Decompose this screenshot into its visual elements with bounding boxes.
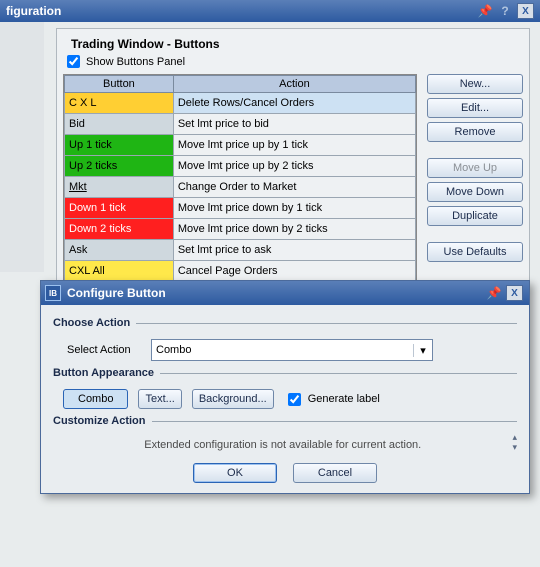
- dialog-pin-icon[interactable]: 📌: [486, 285, 502, 301]
- cell-button: Bid: [65, 114, 174, 135]
- cell-action: Move lmt price up by 2 ticks: [173, 156, 415, 177]
- table-row[interactable]: MktChange Order to Market: [65, 177, 416, 198]
- table-row[interactable]: AskSet lmt price to ask: [65, 240, 416, 261]
- table-row[interactable]: C X LDelete Rows/Cancel Orders: [65, 93, 416, 114]
- cancel-button[interactable]: Cancel: [293, 463, 377, 483]
- generate-label-input[interactable]: [288, 393, 301, 406]
- cell-action: Move lmt price down by 1 tick: [173, 198, 415, 219]
- table-row[interactable]: Up 1 tickMove lmt price up by 1 tick: [65, 135, 416, 156]
- select-action-value: Combo: [152, 344, 413, 356]
- edit-button[interactable]: Edit...: [427, 98, 523, 118]
- show-panel-input[interactable]: [67, 55, 80, 68]
- section-title: Trading Window - Buttons: [71, 37, 523, 51]
- dialog-close-icon[interactable]: X: [506, 285, 523, 301]
- cell-action: Change Order to Market: [173, 177, 415, 198]
- customize-spinner[interactable]: ▴ ▾: [512, 433, 517, 451]
- new-button[interactable]: New...: [427, 74, 523, 94]
- text-button[interactable]: Text...: [138, 389, 181, 409]
- chevron-up-icon[interactable]: ▴: [512, 433, 517, 441]
- move-down-button[interactable]: Move Down: [427, 182, 523, 202]
- help-icon[interactable]: ?: [497, 3, 513, 19]
- buttons-table: Button Action C X LDelete Rows/Cancel Or…: [63, 74, 417, 283]
- ok-button[interactable]: OK: [193, 463, 277, 483]
- cell-action: Move lmt price down by 2 ticks: [173, 219, 415, 240]
- generate-label-text: Generate label: [308, 393, 380, 405]
- select-action-combo[interactable]: Combo ▾: [151, 339, 433, 361]
- cell-button: Up 2 ticks: [65, 156, 174, 177]
- parent-titlebar: figuration 📌 ? X: [0, 0, 540, 22]
- duplicate-button[interactable]: Duplicate: [427, 206, 523, 226]
- table-row[interactable]: BidSet lmt price to bid: [65, 114, 416, 135]
- cell-button: Up 1 tick: [65, 135, 174, 156]
- close-icon[interactable]: X: [517, 3, 534, 19]
- cell-action: Set lmt price to bid: [173, 114, 415, 135]
- show-panel-checkbox[interactable]: Show Buttons Panel: [65, 55, 523, 68]
- cell-button: Mkt: [65, 177, 174, 198]
- table-row[interactable]: Down 2 ticksMove lmt price down by 2 tic…: [65, 219, 416, 240]
- table-row[interactable]: Down 1 tickMove lmt price down by 1 tick: [65, 198, 416, 219]
- choose-action-label: Choose Action: [53, 317, 517, 329]
- cell-button: CXL All: [65, 261, 174, 282]
- cell-button: C X L: [65, 93, 174, 114]
- cell-action: Delete Rows/Cancel Orders: [173, 93, 415, 114]
- cell-button: Ask: [65, 240, 174, 261]
- show-panel-label: Show Buttons Panel: [86, 56, 185, 68]
- appearance-label: Button Appearance: [53, 367, 517, 379]
- table-row[interactable]: Up 2 ticksMove lmt price up by 2 ticks: [65, 156, 416, 177]
- pin-icon[interactable]: 📌: [477, 3, 493, 19]
- cell-button: Down 2 ticks: [65, 219, 174, 240]
- dialog-titlebar: IB Configure Button 📌 X: [41, 281, 529, 305]
- left-gutter: [0, 22, 44, 272]
- table-row[interactable]: CXL AllCancel Page Orders: [65, 261, 416, 282]
- cell-action: Move lmt price up by 1 tick: [173, 135, 415, 156]
- dialog-title: Configure Button: [67, 286, 166, 300]
- remove-button[interactable]: Remove: [427, 122, 523, 142]
- side-buttons: New... Edit... Remove Move Up Move Down …: [427, 74, 523, 283]
- button-preview: Combo: [63, 389, 128, 409]
- use-defaults-button[interactable]: Use Defaults: [427, 242, 523, 262]
- generate-label-checkbox[interactable]: Generate label: [284, 390, 380, 409]
- buttons-section: Trading Window - Buttons Show Buttons Pa…: [56, 28, 530, 288]
- customize-label: Customize Action: [53, 415, 517, 427]
- chevron-down-icon[interactable]: ▾: [413, 344, 432, 357]
- background-button[interactable]: Background...: [192, 389, 274, 409]
- select-action-label: Select Action: [67, 344, 151, 356]
- parent-title: figuration: [6, 4, 61, 18]
- move-up-button[interactable]: Move Up: [427, 158, 523, 178]
- col-button[interactable]: Button: [65, 76, 174, 93]
- chevron-down-icon[interactable]: ▾: [512, 443, 517, 451]
- dialog-icon: IB: [45, 285, 61, 301]
- col-action[interactable]: Action: [173, 76, 415, 93]
- configure-button-dialog: IB Configure Button 📌 X Choose Action Se…: [40, 280, 530, 494]
- cell-action: Cancel Page Orders: [173, 261, 415, 282]
- customize-note: Extended configuration is not available …: [53, 439, 512, 451]
- cell-button: Down 1 tick: [65, 198, 174, 219]
- cell-action: Set lmt price to ask: [173, 240, 415, 261]
